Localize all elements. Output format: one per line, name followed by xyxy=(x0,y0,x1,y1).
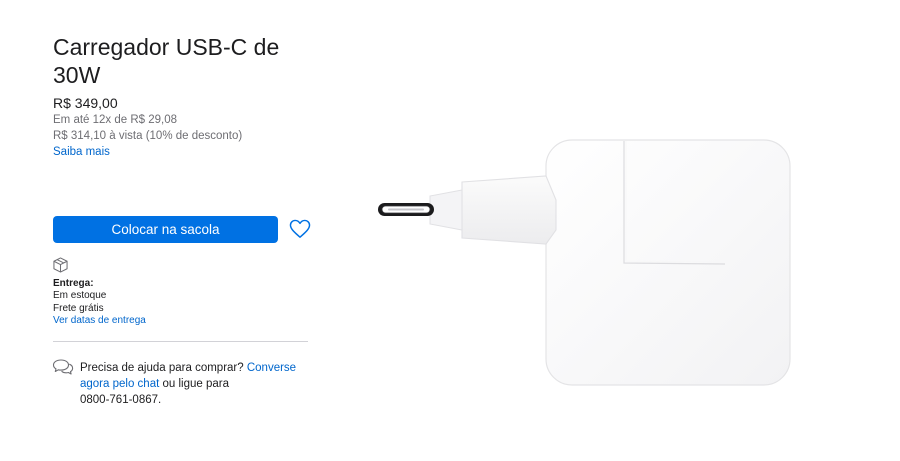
delivery-dates-link[interactable]: Ver datas de entrega xyxy=(53,315,146,326)
help-text-before: Precisa de ajuda para comprar? xyxy=(80,362,247,374)
cash-price-text: R$ 314,10 à vista (10% de desconto) xyxy=(53,130,243,142)
delivery-stock: Em estoque xyxy=(53,290,107,301)
delivery-title: Entrega: xyxy=(53,278,94,289)
delivery-shipping: Frete grátis xyxy=(53,303,104,314)
help-text-middle: ou ligue para xyxy=(159,378,229,390)
product-image xyxy=(378,139,791,386)
section-divider xyxy=(53,341,308,342)
installments-text: Em até 12x de R$ 29,08 xyxy=(53,114,178,126)
help-text: Precisa de ajuda para comprar? Converse … xyxy=(80,360,310,408)
box-icon xyxy=(53,257,68,273)
product-price: R$ 349,00 xyxy=(53,95,118,111)
learn-more-link[interactable]: Saiba mais xyxy=(53,146,110,158)
heart-icon[interactable] xyxy=(289,219,311,239)
help-phone: 0800-761-0867. xyxy=(80,394,162,406)
add-to-bag-button[interactable]: Colocar na sacola xyxy=(53,216,278,243)
chat-bubbles-icon xyxy=(52,359,74,375)
product-title: Carregador USB-C de 30W xyxy=(53,34,280,88)
